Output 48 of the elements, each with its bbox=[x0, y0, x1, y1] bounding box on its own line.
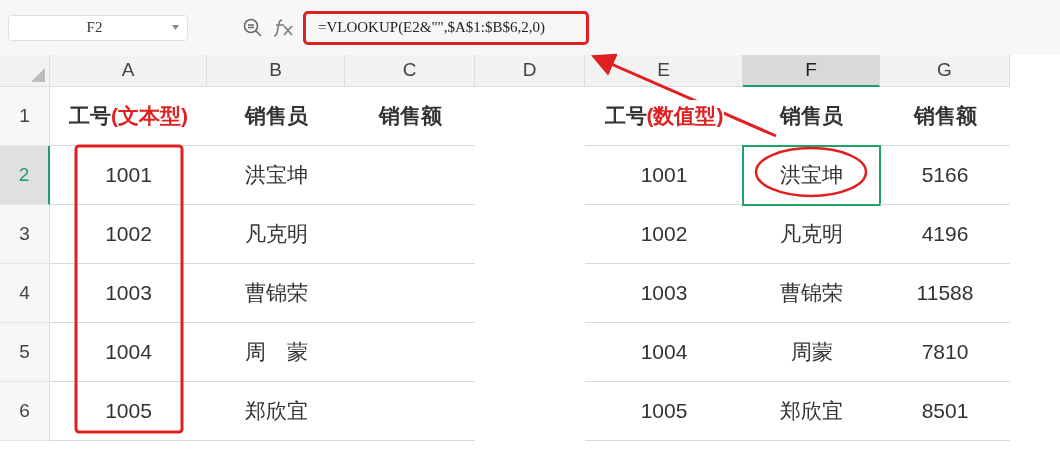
row-header[interactable]: 5 bbox=[0, 323, 50, 382]
column-header[interactable]: G bbox=[880, 55, 1010, 87]
table-cell[interactable]: 洪宝坤 bbox=[743, 146, 880, 205]
table-cell[interactable]: 1004 bbox=[50, 323, 207, 382]
column-header[interactable]: A bbox=[50, 55, 207, 87]
table-cell[interactable]: 1005 bbox=[50, 382, 207, 441]
table-cell[interactable]: 1002 bbox=[50, 205, 207, 264]
table-cell[interactable]: 曹锦荣 bbox=[207, 264, 345, 323]
row-header[interactable]: 1 bbox=[0, 87, 50, 146]
table-cell[interactable]: 4196 bbox=[880, 205, 1010, 264]
table-cell[interactable]: 11588 bbox=[880, 264, 1010, 323]
column-title: 销售额 bbox=[378, 103, 442, 130]
row-header[interactable]: 6 bbox=[0, 382, 50, 441]
column-header[interactable]: D bbox=[475, 55, 585, 87]
name-box[interactable]: F2 bbox=[8, 14, 188, 41]
table-cell[interactable]: 洪宝坤 bbox=[207, 146, 345, 205]
table-cell[interactable]: 1004 bbox=[585, 323, 743, 382]
column-title: 销售员 bbox=[244, 103, 308, 130]
table-cell[interactable]: 凡克明 bbox=[743, 205, 880, 264]
table-cell[interactable]: 7810 bbox=[880, 323, 1010, 382]
table-cell[interactable]: 1001 bbox=[585, 146, 743, 205]
table-cell[interactable]: 1003 bbox=[50, 264, 207, 323]
dropdown-caret-icon[interactable] bbox=[172, 25, 179, 30]
table-cell[interactable]: 郑欣宜 bbox=[207, 382, 345, 441]
table-cell[interactable]: 郑欣宜 bbox=[743, 382, 880, 441]
row-header[interactable]: 4 bbox=[0, 264, 50, 323]
table-cell[interactable]: 1005 bbox=[585, 382, 743, 441]
function-icon[interactable] bbox=[273, 17, 295, 38]
column-header[interactable]: C bbox=[345, 55, 475, 87]
column-title: 销售员 bbox=[780, 103, 843, 130]
table-cell[interactable]: 1003 bbox=[585, 264, 743, 323]
table-cell[interactable]: 周蒙 bbox=[743, 323, 880, 382]
zoom-icon[interactable] bbox=[243, 17, 263, 38]
column-header[interactable]: E bbox=[585, 55, 743, 87]
table-cell[interactable]: 8501 bbox=[880, 382, 1010, 441]
table-cell[interactable]: 凡克明 bbox=[207, 205, 345, 264]
row-header[interactable]: 3 bbox=[0, 205, 50, 264]
column-title: 销售额 bbox=[913, 103, 977, 130]
column-title: 工号 bbox=[69, 103, 111, 130]
table-cell[interactable]: 曹锦荣 bbox=[743, 264, 880, 323]
table-cell[interactable]: 1002 bbox=[585, 205, 743, 264]
table-cell[interactable]: 5166 bbox=[880, 146, 1010, 205]
table-cell[interactable]: 1001 bbox=[50, 146, 207, 205]
column-title: 工号 bbox=[604, 103, 647, 130]
formula-field[interactable]: =VLOOKUP(E2&"",$A$1:$B$6,2,0) bbox=[303, 10, 589, 45]
table-cell[interactable]: 周 蒙 bbox=[207, 323, 345, 382]
column-header[interactable]: B bbox=[207, 55, 345, 87]
column-header[interactable]: F bbox=[743, 55, 880, 87]
